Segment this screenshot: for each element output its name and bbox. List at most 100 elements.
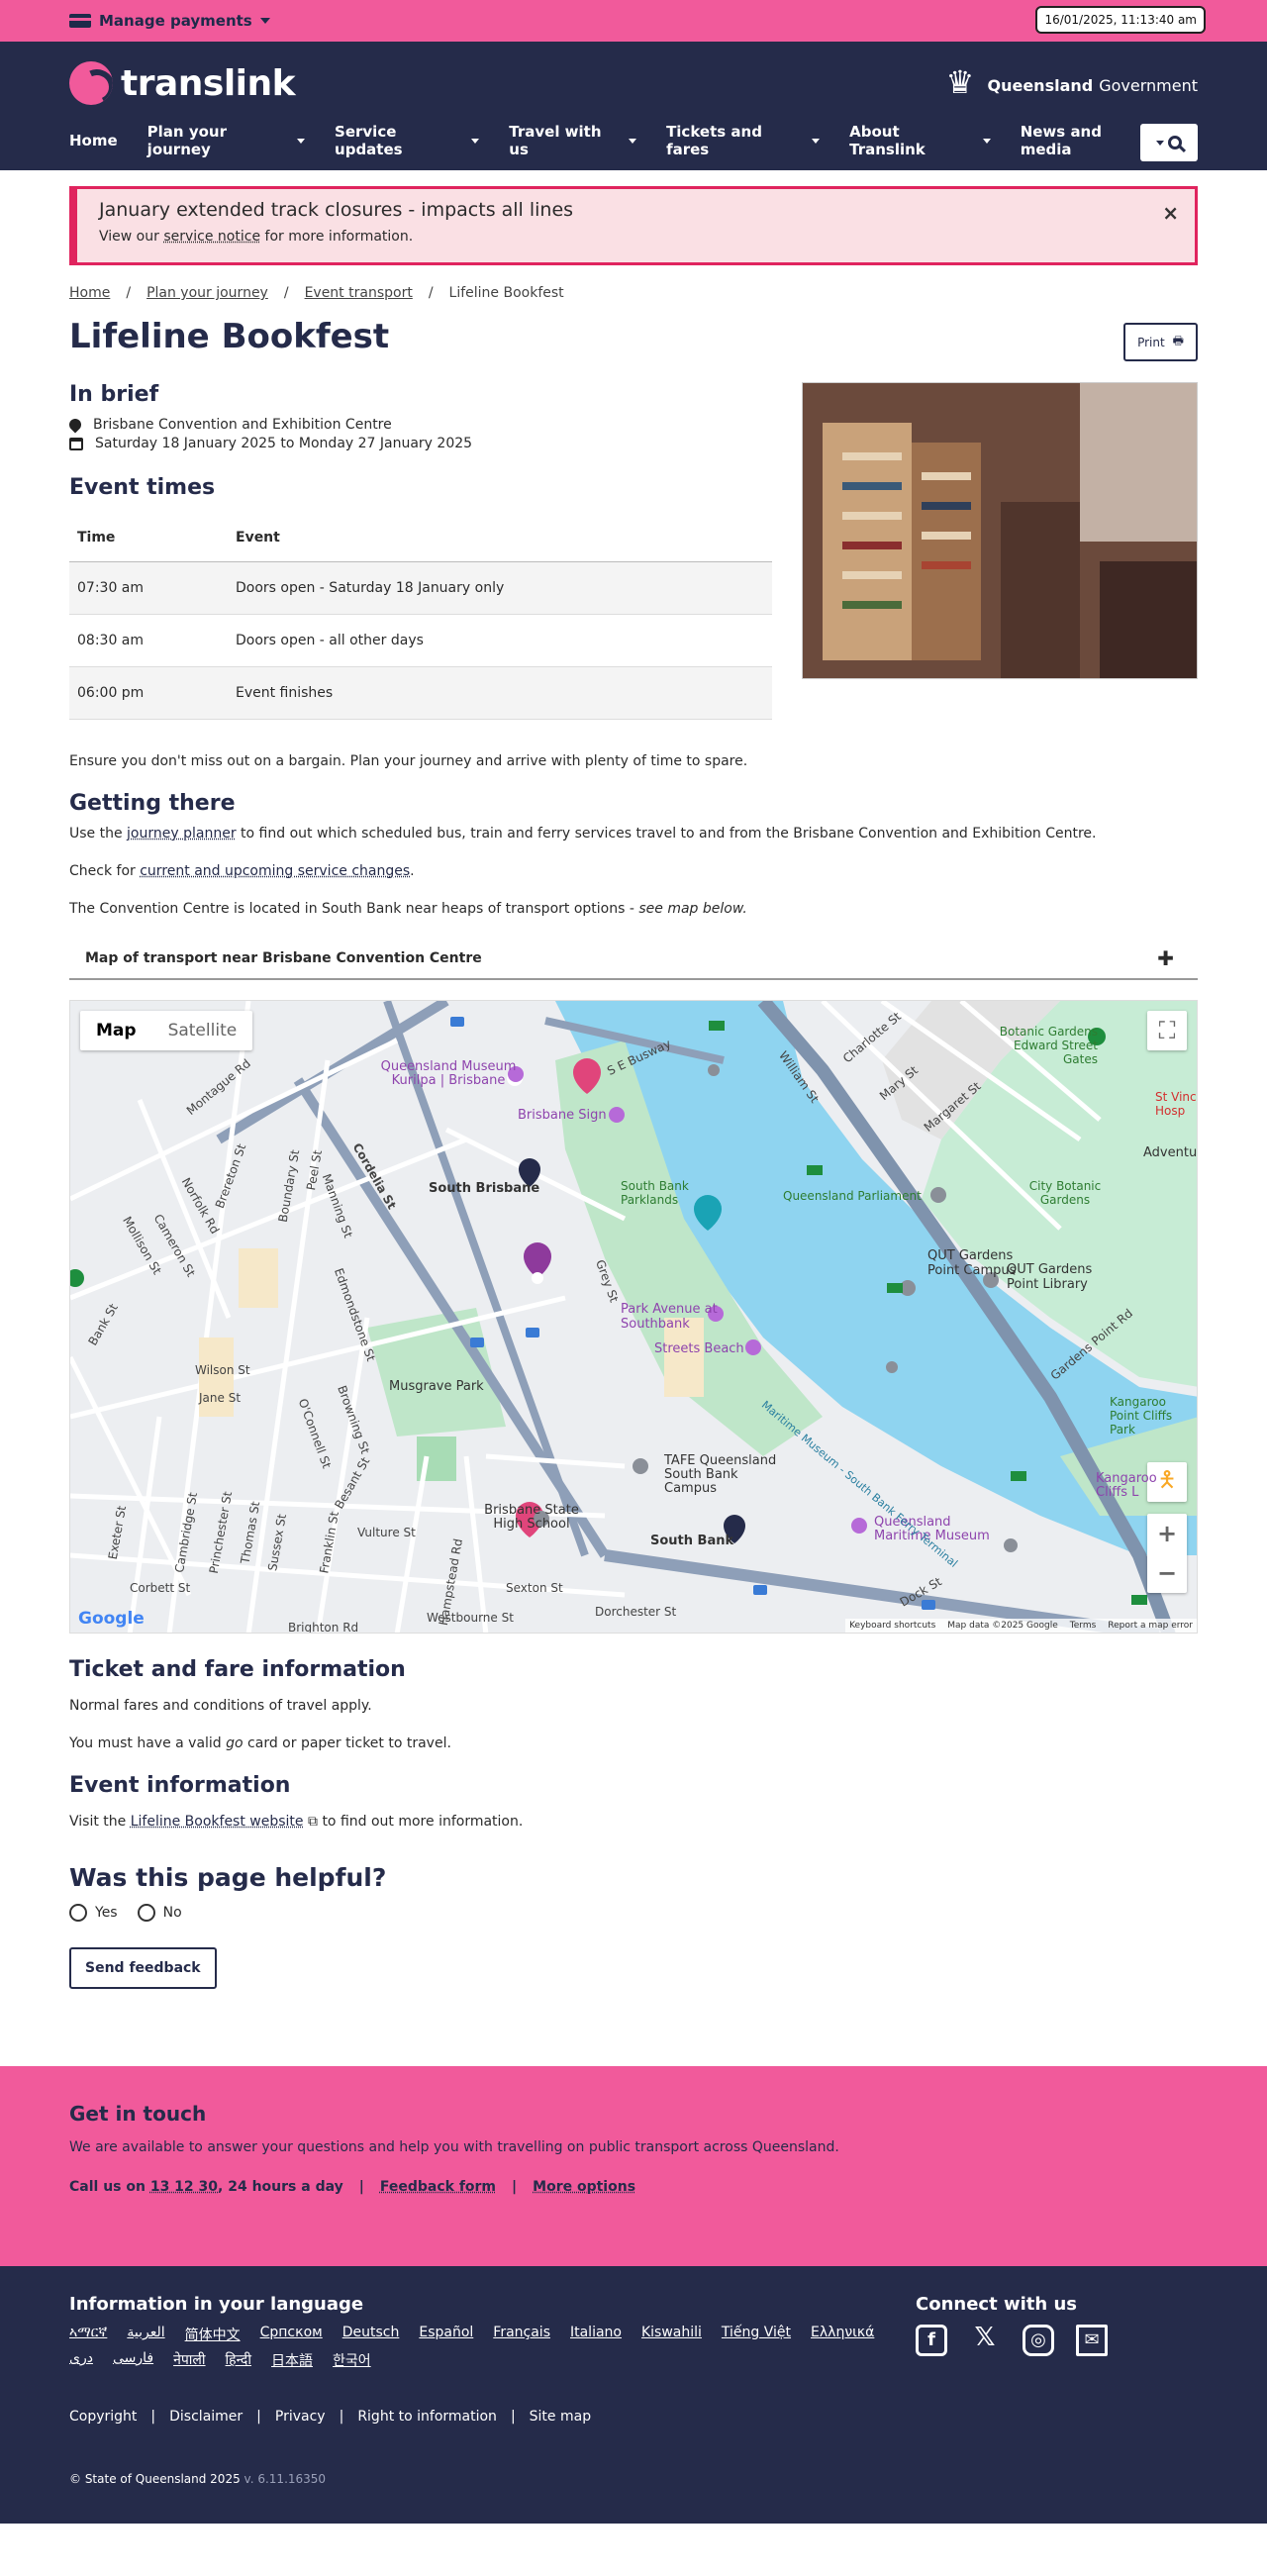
language-link[interactable]: Français — [493, 2325, 550, 2344]
map-type-toggle: Map Satellite — [80, 1011, 253, 1050]
language-link[interactable]: Deutsch — [342, 2325, 400, 2344]
nav-label: Travel with us — [509, 123, 602, 158]
nav-service-updates[interactable]: Service updates — [335, 123, 480, 158]
feedback-form-link[interactable]: Feedback form — [380, 2179, 496, 2195]
language-link[interactable]: 한국어 — [333, 2350, 371, 2370]
event-info-heading: Event information — [69, 1773, 291, 1798]
x-icon[interactable]: 𝕏 — [969, 2325, 1001, 2356]
service-notice-link[interactable]: service notice — [163, 229, 260, 245]
radio-circle[interactable] — [69, 1904, 87, 1922]
street-label: Dorchester St — [595, 1605, 677, 1619]
nav-plan-your-journey[interactable]: Plan your journey — [147, 123, 306, 158]
close-icon[interactable]: × — [1162, 201, 1179, 225]
print-button[interactable]: Print 🖶 — [1123, 323, 1198, 361]
language-link[interactable]: Tiếng Việt — [722, 2325, 791, 2344]
footer-link-rti[interactable]: Right to information — [357, 2409, 497, 2425]
footer-link-disclaimer[interactable]: Disclaimer — [169, 2409, 243, 2425]
transport-map[interactable]: Map Satellite ⛶ 🯅 + − Queensland Museum … — [69, 1000, 1198, 1634]
event-prefix: Visit the — [69, 1814, 127, 1830]
journey-planner-link[interactable]: journey planner — [127, 826, 237, 842]
footer-link-privacy[interactable]: Privacy — [275, 2409, 326, 2425]
footer-link-sitemap[interactable]: Site map — [530, 2409, 591, 2425]
getting-p1: Use the journey planner to find out whic… — [69, 826, 1198, 842]
site-footer: Information in your language ኣማርኛ العربي… — [0, 2266, 1267, 2524]
crest-icon — [941, 63, 981, 105]
copyright-text: © State of Queensland 2025 — [69, 2472, 241, 2486]
fullscreen-icon[interactable]: ⛶ — [1147, 1011, 1187, 1050]
external-link-icon: ⧉ — [307, 1814, 318, 1830]
phone-link[interactable]: 13 12 30 — [150, 2179, 218, 2195]
street-label: Vulture St — [357, 1526, 416, 1539]
map-report-error[interactable]: Report a map error — [1108, 1621, 1193, 1631]
language-link[interactable]: Kiswahili — [641, 2325, 702, 2344]
email-icon[interactable]: ✉ — [1076, 2325, 1108, 2356]
table-header-row: Time Event — [69, 514, 772, 562]
language-link[interactable]: हिन्दी — [226, 2350, 251, 2370]
language-link[interactable]: فارسی — [113, 2350, 153, 2370]
p2-prefix: Check for — [69, 863, 136, 879]
map-terms[interactable]: Terms — [1070, 1621, 1097, 1631]
map-pin-icon — [66, 416, 84, 434]
brief-section: In brief Brisbane Convention and Exhibit… — [66, 382, 1198, 720]
map-toggle-map[interactable]: Map — [80, 1011, 152, 1050]
radio-no[interactable]: No — [137, 1904, 182, 1922]
search-button[interactable] — [1140, 124, 1198, 161]
language-link[interactable]: Ελληνικά — [811, 2325, 874, 2344]
get-in-touch-heading: Get in touch — [69, 2102, 207, 2126]
ticket-p2-prefix: You must have a valid — [69, 1735, 222, 1751]
nav-label: Service updates — [335, 123, 403, 158]
cell-time: 06:00 pm — [69, 666, 228, 720]
label-qut-library: QUT Gardens Point Library — [1007, 1262, 1093, 1292]
breadcrumb-home[interactable]: Home — [69, 285, 110, 301]
p1-prefix: Use the — [69, 826, 123, 842]
nav-home[interactable]: Home — [69, 123, 118, 158]
nav-travel-with-us[interactable]: Travel with us — [509, 123, 637, 158]
manage-payments-button[interactable]: Manage payments — [69, 12, 270, 30]
breadcrumb-event-transport[interactable]: Event transport — [305, 285, 413, 301]
nav-tickets-and-fares[interactable]: Tickets and fares — [666, 123, 821, 158]
translink-logo[interactable]: translink — [69, 61, 296, 105]
facebook-icon[interactable]: f — [916, 2325, 947, 2356]
breadcrumb-plan[interactable]: Plan your journey — [146, 285, 268, 301]
language-link[interactable]: 日本語 — [271, 2350, 313, 2370]
radio-yes[interactable]: Yes — [69, 1904, 118, 1922]
footer-link-copyright[interactable]: Copyright — [69, 2409, 137, 2425]
map-toggle-satellite[interactable]: Satellite — [152, 1011, 253, 1050]
ticket-p2: You must have a valid go card or paper t… — [69, 1735, 1198, 1751]
language-link[interactable]: ኣማርኛ — [69, 2325, 107, 2344]
more-options-link[interactable]: More options — [533, 2179, 635, 2195]
divider: | — [512, 2179, 518, 2195]
nav-about-translink[interactable]: About Translink — [849, 123, 991, 158]
street-label: Sexton St — [506, 1581, 563, 1595]
language-link[interactable]: नेपाली — [173, 2350, 205, 2370]
label-city-botanic: City Botanic Gardens — [1028, 1179, 1102, 1207]
event-photo — [802, 382, 1198, 679]
zoom-in-icon[interactable]: + — [1157, 1514, 1177, 1553]
language-link[interactable]: Español — [419, 2325, 473, 2344]
send-feedback-button[interactable]: Send feedback — [69, 1947, 217, 1989]
map-accordion[interactable]: Map of transport near Brisbane Conventio… — [69, 939, 1198, 980]
radio-circle[interactable] — [137, 1904, 155, 1922]
social-icons: f 𝕏 ◎ ✉ — [916, 2325, 1108, 2356]
copyright: © State of Queensland 2025 v. 6.11.16350 — [69, 2472, 326, 2486]
language-link[interactable]: دری — [69, 2350, 93, 2370]
map-keyboard-shortcuts[interactable]: Keyboard shortcuts — [849, 1621, 935, 1631]
map-data: Map data ©2025 Google — [947, 1621, 1058, 1631]
service-changes-link[interactable]: current and upcoming service changes — [140, 863, 410, 879]
in-brief-heading: In brief — [69, 382, 159, 407]
zoom-out-icon[interactable]: − — [1157, 1553, 1177, 1593]
language-link[interactable]: العربية — [127, 2325, 164, 2344]
label-hospital: St Vinc Hosp — [1155, 1090, 1197, 1118]
language-link[interactable]: Italiano — [570, 2325, 622, 2344]
label-tafe: TAFE Queensland South Bank Campus — [664, 1453, 777, 1496]
call-us: Call us on 13 12 30, 24 hours a day — [69, 2179, 343, 2195]
qg-bold: Queensland — [987, 75, 1094, 95]
nav-label: Tickets and fares — [666, 123, 762, 158]
label-parliament: Queensland Parliament — [783, 1189, 922, 1203]
language-link[interactable]: 简体中文 — [185, 2325, 241, 2344]
language-link[interactable]: Српском — [260, 2325, 323, 2344]
print-label: Print — [1137, 335, 1165, 349]
queensland-government-logo[interactable]: Queensland Government — [941, 63, 1198, 105]
bookfest-website-link[interactable]: Lifeline Bookfest website — [131, 1814, 304, 1830]
instagram-icon[interactable]: ◎ — [1023, 2325, 1054, 2356]
